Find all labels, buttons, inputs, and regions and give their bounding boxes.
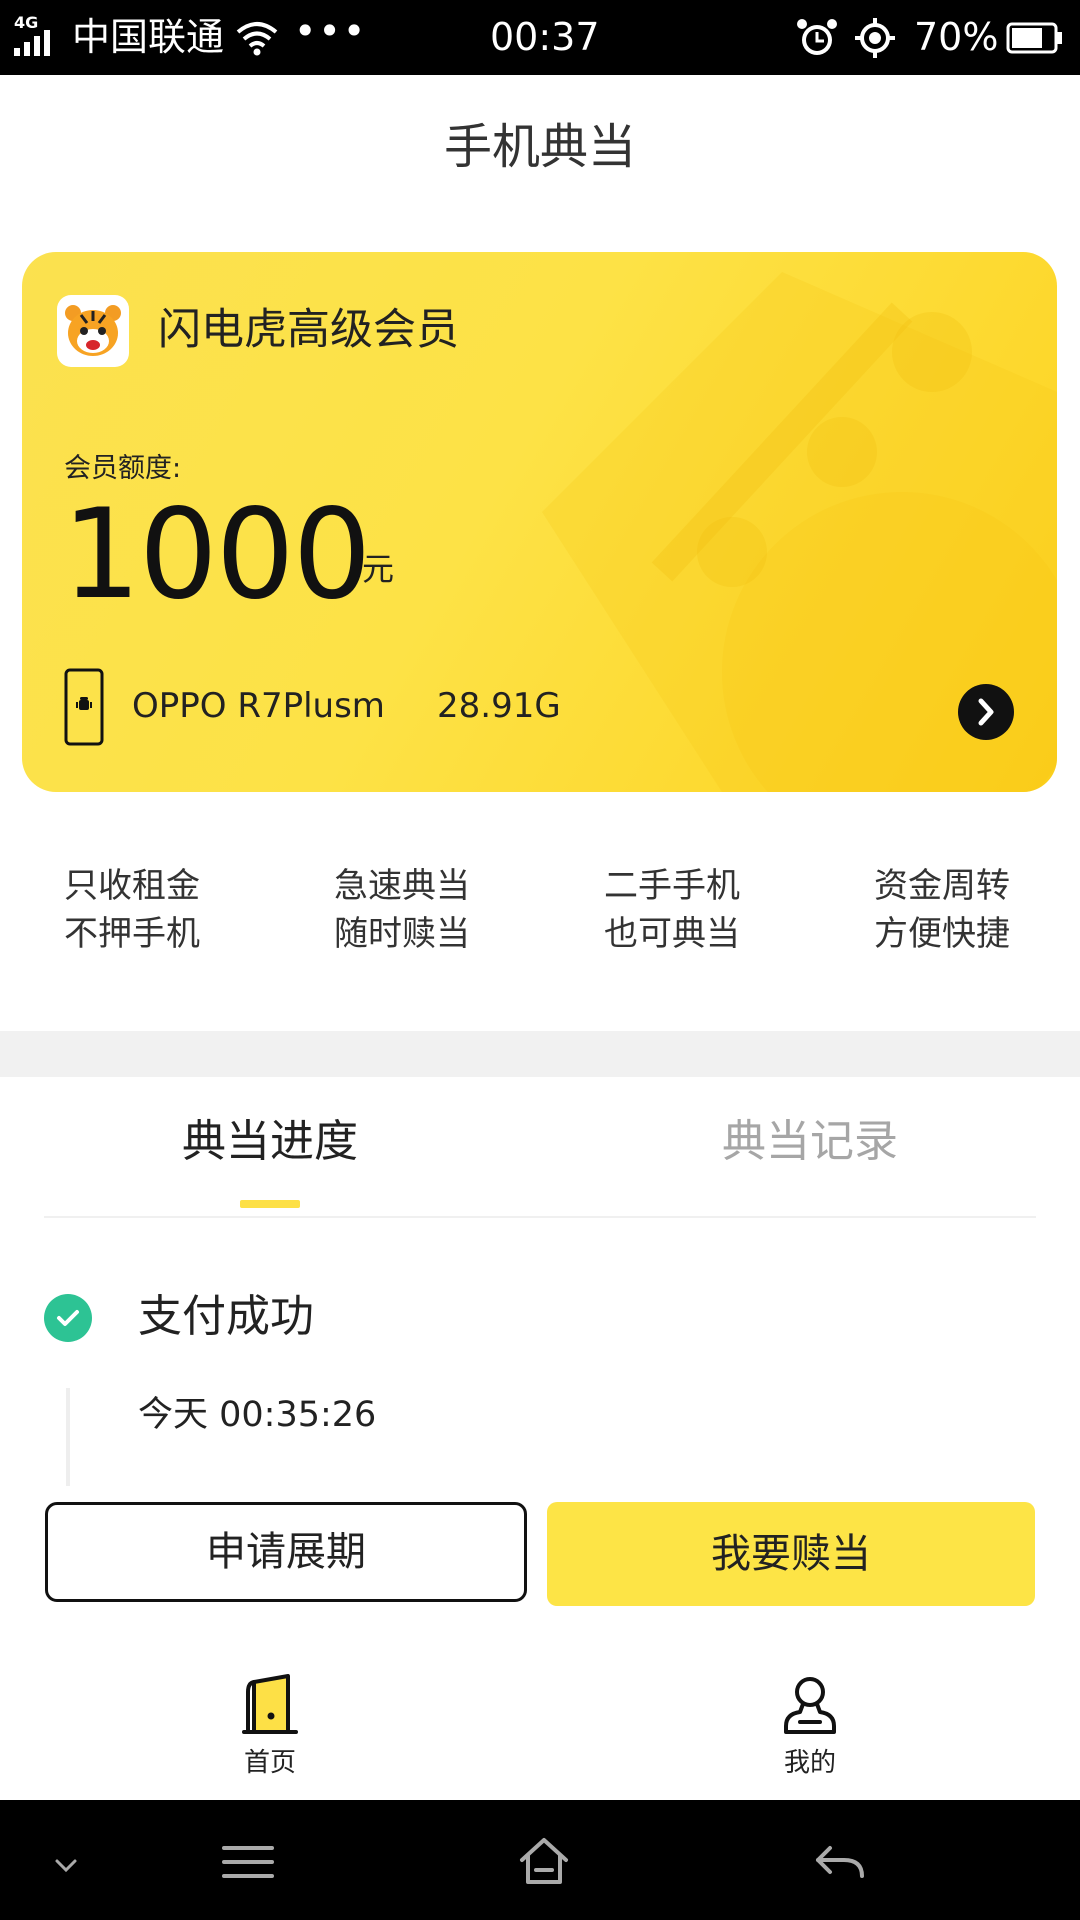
feature-line: 不押手机 [64,914,200,954]
progress-time: 今天 00:35:26 [138,1395,377,1435]
apply-extension-button[interactable]: 申请展期 [45,1502,527,1602]
member-card: 闪电虎高级会员 会员额度: 1000 元 OPPO R7Plusm 28.91G [22,252,1057,792]
feature-item: 资金周转 方便快捷 [874,862,1074,958]
nav-home-label: 首页 [243,1748,296,1778]
tab-pawn-records[interactable]: 典当记录 [540,1110,1080,1174]
more-indicator: ••• [294,9,368,53]
chevron-down-icon[interactable] [54,1858,78,1874]
clock-time: 00:37 [490,15,600,59]
battery-icon [1006,22,1062,54]
success-check-icon [44,1294,92,1342]
quota-unit: 元 [362,550,395,588]
check-icon [57,1310,79,1326]
back-icon[interactable] [814,1842,866,1882]
feature-line: 只收租金 [64,866,200,906]
tab-divider [44,1216,1036,1218]
menu-icon[interactable] [222,1842,274,1882]
feature-line: 方便快捷 [874,914,1010,954]
tiger-logo [57,295,129,367]
nav-profile[interactable]: 我的 [730,1668,890,1778]
phone-model: OPPO R7Plusm [132,686,385,726]
feature-line: 也可典当 [604,914,740,954]
home-phone-icon [242,1674,298,1734]
system-nav-bar [0,1800,1080,1920]
nav-profile-label: 我的 [783,1748,836,1778]
chevron-right-icon [978,698,994,726]
feature-line: 资金周转 [874,866,1010,906]
timeline-line [66,1388,70,1486]
feature-item: 只收租金 不押手机 [64,862,264,958]
feature-line: 二手手机 [604,866,740,906]
redeem-button[interactable]: 我要赎当 [547,1502,1035,1606]
android-phone-icon [64,668,104,746]
profile-icon [784,1677,836,1734]
section-divider [0,1031,1080,1077]
battery-level: 70% [914,15,999,59]
alarm-icon [797,19,837,55]
signal-icon [14,30,50,56]
tiger-logo-icon [65,305,121,356]
progress-status: 支付成功 [138,1291,314,1342]
feature-item: 急速典当 随时赎当 [334,862,534,958]
carrier-name: 中国联通 [72,15,225,59]
member-title: 闪电虎高级会员 [158,305,459,355]
home-icon[interactable] [518,1836,570,1886]
page-title: 手机典当 [443,119,636,175]
phone-storage: 28.91G [437,686,561,726]
quota-value: 1000 [62,483,372,627]
nav-home[interactable]: 首页 [190,1668,350,1778]
card-detail-button[interactable] [958,684,1014,740]
tab-active-indicator [240,1200,300,1208]
feature-item: 二手手机 也可典当 [604,862,804,958]
tab-pawn-progress[interactable]: 典当进度 [0,1110,540,1174]
status-bar: 4G 中国联通 ••• 00:37 70% [0,0,1080,75]
wifi-icon [236,22,278,56]
feature-line: 随时赎当 [334,914,470,954]
location-icon [855,18,895,58]
feature-line: 急速典当 [334,866,470,906]
